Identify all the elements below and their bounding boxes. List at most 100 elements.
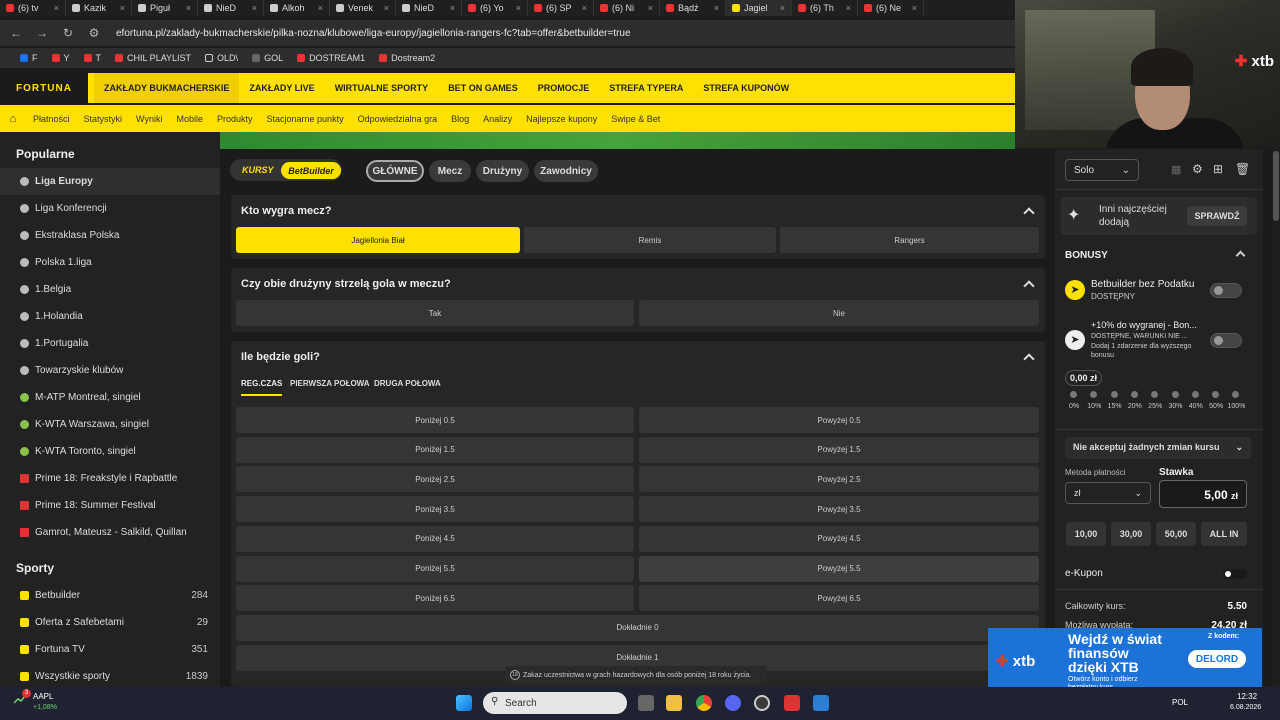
collapse-chevron-icon[interactable]: [1023, 207, 1035, 219]
clock-date[interactable]: 6.08.2026: [1230, 704, 1261, 711]
main-nav-item[interactable]: PROMOCJE: [528, 73, 600, 103]
address-bar[interactable]: efortuna.pl/zaklady-bukmacherskie/pilka-…: [116, 28, 631, 39]
sidebar-popular-item[interactable]: Ekstraklasa Polska: [0, 222, 220, 249]
browser-tab[interactable]: (6) tv ×: [0, 0, 66, 16]
browser-tab[interactable]: NieD ×: [396, 0, 462, 16]
sub-nav-item[interactable]: Wyniki: [129, 114, 169, 124]
odds-no-button[interactable]: Nie: [639, 300, 1039, 326]
odds-under-button[interactable]: Poniżej 0.5: [236, 407, 634, 433]
main-nav-item[interactable]: STREFA KUPONÓW: [693, 73, 799, 103]
goals-tab-second-half[interactable]: DRUGA POŁOWA: [374, 379, 441, 388]
bookmark-item[interactable]: Y: [51, 53, 70, 63]
tab-close-icon[interactable]: ×: [912, 3, 917, 13]
mode-betbuilder-label[interactable]: BetBuilder: [281, 162, 341, 179]
sidebar-popular-item[interactable]: 1.Holandia: [0, 303, 220, 330]
browser-tab[interactable]: (6) Ni ×: [594, 0, 660, 16]
sub-nav-item[interactable]: Odpowiedzialna gra: [351, 114, 445, 124]
collapse-chevron-icon[interactable]: [1023, 353, 1035, 365]
sidebar-sport-item[interactable]: Oferta z Safebetami 29: [0, 609, 220, 636]
slip-mode-select[interactable]: Solo ⌄: [1065, 159, 1139, 181]
odds-under-button[interactable]: Poniżej 3.5: [236, 496, 634, 523]
goals-tab-regular[interactable]: REG.CZAS: [241, 379, 283, 396]
stake-input[interactable]: 5,00 zł: [1159, 480, 1247, 508]
obs-icon[interactable]: [754, 695, 770, 711]
odds-over-button[interactable]: Powyżej 0.5: [639, 407, 1039, 433]
sub-nav-item[interactable]: Analizy: [476, 114, 519, 124]
sidebar-popular-item[interactable]: Gamrot, Mateusz - Salkild, Quillan: [0, 519, 220, 546]
sidebar-popular-item[interactable]: Towarzyskie klubów: [0, 357, 220, 384]
browser-tab[interactable]: (6) Th ×: [792, 0, 858, 16]
odds-over-button[interactable]: Powyżej 4.5: [639, 525, 1039, 552]
tab-close-icon[interactable]: ×: [780, 3, 785, 13]
language-indicator[interactable]: POL: [1172, 698, 1188, 707]
tab-close-icon[interactable]: ×: [450, 3, 455, 13]
odds-under-button[interactable]: Poniżej 4.5: [236, 525, 634, 552]
browser-tab[interactable]: (6) Yo ×: [462, 0, 528, 16]
tab-close-icon[interactable]: ×: [186, 3, 191, 13]
sub-nav-item[interactable]: Najlepsze kupony: [519, 114, 604, 124]
odds-home-button[interactable]: Jagiellonia Biał: [236, 227, 520, 253]
odds-exact-button[interactable]: Dokładnie 0: [236, 614, 1039, 641]
ekupon-toggle[interactable]: [1223, 569, 1247, 579]
task-view-icon[interactable]: [638, 695, 654, 711]
bonus2-toggle[interactable]: [1210, 333, 1242, 348]
browser-tab[interactable]: Venek ×: [330, 0, 396, 16]
discord-icon[interactable]: [725, 695, 741, 711]
browser-tab[interactable]: Jagiel ×: [726, 0, 792, 16]
tab-match[interactable]: Mecz: [429, 160, 471, 182]
home-icon[interactable]: ⌂: [0, 113, 26, 125]
odds-over-button[interactable]: Powyżej 1.5: [639, 436, 1039, 463]
sidebar-sport-item[interactable]: Fortuna TV 351: [0, 636, 220, 663]
back-icon[interactable]: ←: [8, 26, 24, 40]
sub-nav-item[interactable]: Swipe & Bet: [604, 114, 667, 124]
check-button[interactable]: SPRAWDŹ: [1187, 206, 1247, 226]
tab-players[interactable]: Zawodnicy: [534, 160, 598, 182]
fortuna-logo[interactable]: FORTUNA: [0, 73, 88, 103]
odds-away-button[interactable]: Rangers: [780, 227, 1039, 253]
odds-yes-button[interactable]: Tak: [236, 300, 634, 326]
quick-stake-30[interactable]: 30,00: [1111, 522, 1151, 546]
reload-icon[interactable]: ↻: [60, 26, 76, 40]
main-nav-item[interactable]: ZAKŁADY BUKMACHERSKIE: [94, 73, 240, 103]
bookmark-item[interactable]: F: [20, 53, 38, 63]
sub-nav-item[interactable]: Produkty: [210, 114, 260, 124]
sidebar-sport-item[interactable]: Betbuilder 284: [0, 582, 220, 609]
tab-close-icon[interactable]: ×: [120, 3, 125, 13]
bookmark-item[interactable]: CHIL PLAYLIST: [115, 53, 191, 63]
bookmark-item[interactable]: DOSTREAM1: [297, 53, 365, 63]
odds-over-button[interactable]: Powyżej 6.5: [639, 585, 1039, 612]
windows-start-icon[interactable]: [456, 695, 472, 711]
sub-nav-item[interactable]: Statystyki: [77, 114, 130, 124]
quick-stake-50[interactable]: 50,00: [1156, 522, 1196, 546]
sidebar-popular-item[interactable]: Prime 18: Summer Festival: [0, 492, 220, 519]
sub-nav-item[interactable]: Płatności: [26, 114, 77, 124]
quick-stake-10[interactable]: 10,00: [1066, 522, 1106, 546]
page-scrollbar[interactable]: [1272, 149, 1280, 687]
bookmark-item[interactable]: OLD\: [205, 53, 238, 63]
odds-draw-button[interactable]: Remis: [524, 227, 776, 253]
tab-close-icon[interactable]: ×: [582, 3, 587, 13]
odds-over-button[interactable]: Powyżej 3.5: [639, 496, 1039, 523]
tab-close-icon[interactable]: ×: [714, 3, 719, 13]
bookmark-item[interactable]: GOL: [252, 53, 283, 63]
sidebar-popular-item[interactable]: Prime 18: Freakstyle i Rapbattle: [0, 465, 220, 492]
bonus1-toggle[interactable]: [1210, 283, 1242, 298]
browser-tab[interactable]: (6) SP ×: [528, 0, 594, 16]
odds-over-button[interactable]: Powyżej 2.5: [639, 466, 1039, 493]
collapse-chevron-icon[interactable]: [1023, 280, 1035, 292]
browser-tab[interactable]: Kazik ×: [66, 0, 132, 16]
odds-over-button[interactable]: Powyżej 5.5: [639, 555, 1039, 582]
grid-icon[interactable]: ▦: [1171, 163, 1181, 176]
stock-ticker[interactable]: AAPL: [33, 692, 53, 701]
browser-tab[interactable]: Piguł ×: [132, 0, 198, 16]
sidebar-popular-item[interactable]: K-WTA Toronto, singiel: [0, 438, 220, 465]
sidebar-popular-item[interactable]: Liga Konferencji: [0, 195, 220, 222]
trash-icon[interactable]: 🗑: [1235, 162, 1250, 176]
clock-time[interactable]: 12:32: [1237, 692, 1257, 701]
odds-under-button[interactable]: Poniżej 6.5: [236, 585, 634, 612]
odds-under-button[interactable]: Poniżej 1.5: [236, 436, 634, 463]
odds-under-button[interactable]: Poniżej 2.5: [236, 466, 634, 493]
browser-tab[interactable]: Alkoh ×: [264, 0, 330, 16]
main-nav-item[interactable]: ZAKŁADY LIVE: [239, 73, 324, 103]
app-blue-icon[interactable]: [813, 695, 829, 711]
